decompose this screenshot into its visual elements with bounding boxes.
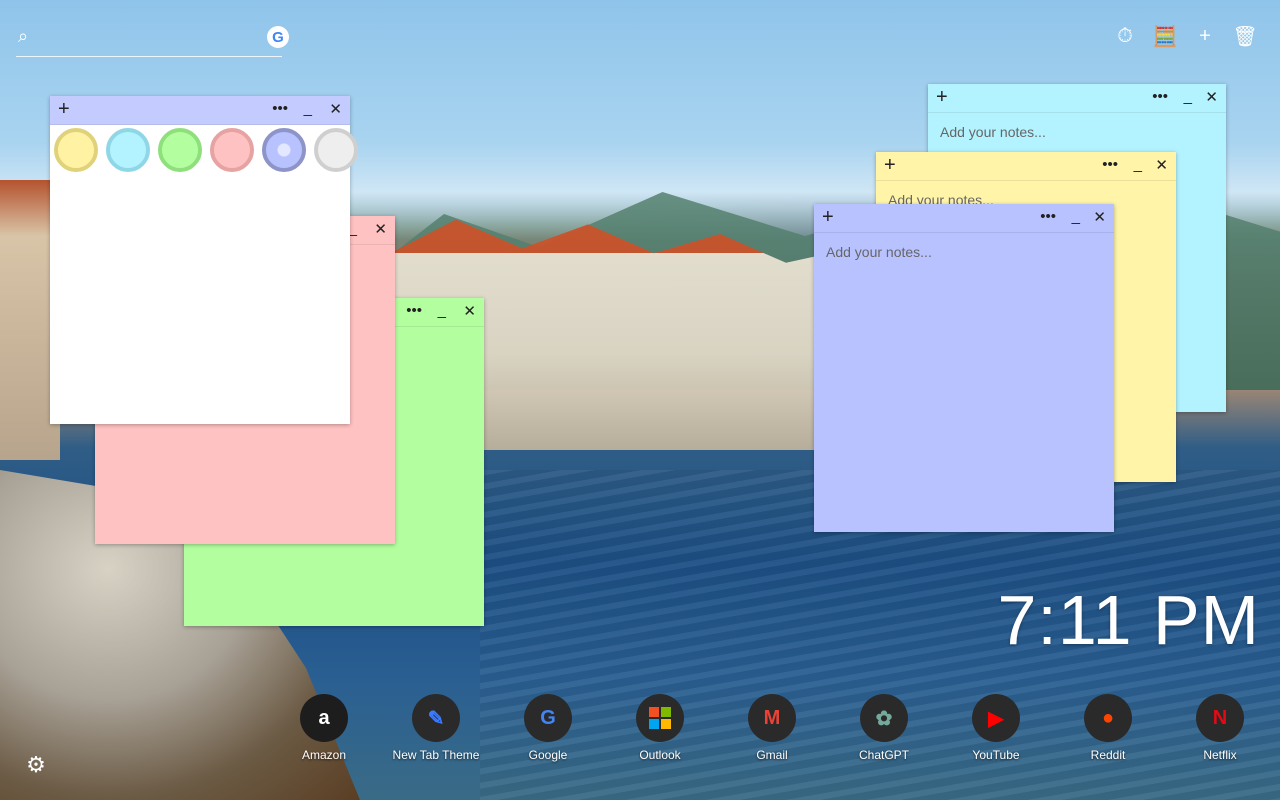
shortcut-label: Amazon bbox=[301, 748, 347, 762]
close-icon[interactable]: ✕ bbox=[329, 100, 342, 118]
shortcut-label: Google bbox=[528, 748, 568, 762]
top-toolbar: ⏱ 🧮 + 🗑 bbox=[1114, 24, 1258, 48]
reddit-icon: ● bbox=[1084, 694, 1132, 742]
add-note-button[interactable]: + bbox=[884, 154, 896, 177]
shortcut-label: Outlook bbox=[639, 748, 681, 762]
close-icon[interactable]: ✕ bbox=[1155, 156, 1168, 174]
note-text-input[interactable] bbox=[824, 242, 1104, 522]
sticky-note-white[interactable]: + ••• _ ✕ bbox=[50, 96, 358, 424]
microsoft-icon bbox=[636, 694, 684, 742]
search-bar: ⌕ G bbox=[16, 24, 289, 57]
more-options-icon[interactable]: ••• bbox=[1152, 88, 1168, 105]
shortcut-outlook[interactable]: Outlook bbox=[604, 694, 716, 762]
shortcut-netflix[interactable]: N Netflix bbox=[1164, 694, 1276, 762]
close-icon[interactable]: ✕ bbox=[1205, 88, 1218, 106]
amazon-icon: a bbox=[300, 694, 348, 742]
color-swatch-gray[interactable] bbox=[314, 128, 358, 172]
color-swatch-pink[interactable] bbox=[210, 128, 254, 172]
color-swatch-green[interactable] bbox=[158, 128, 202, 172]
shortcut-label: New Tab Theme bbox=[392, 748, 480, 762]
clock: 7:11 PM bbox=[997, 581, 1260, 659]
close-icon[interactable]: ✕ bbox=[463, 302, 476, 320]
color-palette bbox=[54, 128, 358, 172]
minimize-icon[interactable]: _ bbox=[438, 302, 446, 319]
google-icon[interactable]: G bbox=[267, 26, 289, 48]
google-icon: G bbox=[524, 694, 572, 742]
shortcut-gmail[interactable]: M Gmail bbox=[716, 694, 828, 762]
add-note-button[interactable]: + bbox=[936, 86, 948, 109]
minimize-icon[interactable]: _ bbox=[1072, 208, 1080, 225]
shortcut-label: YouTube bbox=[972, 748, 1020, 762]
shortcut-youtube[interactable]: ▶ YouTube bbox=[940, 694, 1052, 762]
minimize-icon[interactable]: _ bbox=[1184, 88, 1192, 105]
chatgpt-icon: ✿ bbox=[860, 694, 908, 742]
gear-icon[interactable]: ⚙ bbox=[24, 752, 48, 777]
shortcut-new-tab-theme[interactable]: ✎ New Tab Theme bbox=[380, 694, 492, 762]
stopwatch-icon[interactable]: ⏱ bbox=[1114, 24, 1136, 48]
add-note-button[interactable]: + bbox=[822, 206, 834, 229]
shortcut-label: ChatGPT bbox=[858, 748, 909, 762]
color-swatch-blue[interactable] bbox=[262, 128, 306, 172]
more-options-icon[interactable]: ••• bbox=[1040, 208, 1056, 225]
youtube-icon: ▶ bbox=[972, 694, 1020, 742]
search-icon[interactable]: ⌕ bbox=[18, 26, 36, 46]
more-options-icon[interactable]: ••• bbox=[1102, 156, 1118, 173]
shortcut-google[interactable]: G Google bbox=[492, 694, 604, 762]
shortcut-label: Gmail bbox=[756, 748, 788, 762]
color-swatch-yellow[interactable] bbox=[54, 128, 98, 172]
more-options-icon[interactable]: ••• bbox=[406, 302, 422, 319]
netflix-icon: N bbox=[1196, 694, 1244, 742]
new-tab-theme-icon: ✎ bbox=[412, 694, 460, 742]
calculator-icon[interactable]: 🧮 bbox=[1153, 24, 1178, 48]
shortcut-chatgpt[interactable]: ✿ ChatGPT bbox=[828, 694, 940, 762]
color-swatch-cyan[interactable] bbox=[106, 128, 150, 172]
shortcut-label: Reddit bbox=[1090, 748, 1126, 762]
shortcut-bar: a Amazon ✎ New Tab Theme G Google Outloo… bbox=[268, 694, 1276, 762]
gmail-icon: M bbox=[748, 694, 796, 742]
shortcut-label: Netflix bbox=[1203, 748, 1237, 762]
more-options-icon[interactable]: ••• bbox=[272, 100, 288, 117]
minimize-icon[interactable]: _ bbox=[1134, 156, 1142, 173]
trash-icon[interactable]: 🗑 bbox=[1232, 24, 1257, 48]
shortcut-reddit[interactable]: ● Reddit bbox=[1052, 694, 1164, 762]
new-note-icon[interactable]: + bbox=[1194, 24, 1216, 48]
add-note-button[interactable]: + bbox=[58, 98, 70, 121]
shortcut-amazon[interactable]: a Amazon bbox=[268, 694, 380, 762]
minimize-icon[interactable]: _ bbox=[304, 100, 312, 117]
sticky-note-blue[interactable]: + ••• _ ✕ bbox=[814, 204, 1114, 532]
close-icon[interactable]: ✕ bbox=[1093, 208, 1106, 226]
close-icon[interactable]: ✕ bbox=[374, 220, 387, 238]
search-input[interactable] bbox=[44, 24, 258, 52]
